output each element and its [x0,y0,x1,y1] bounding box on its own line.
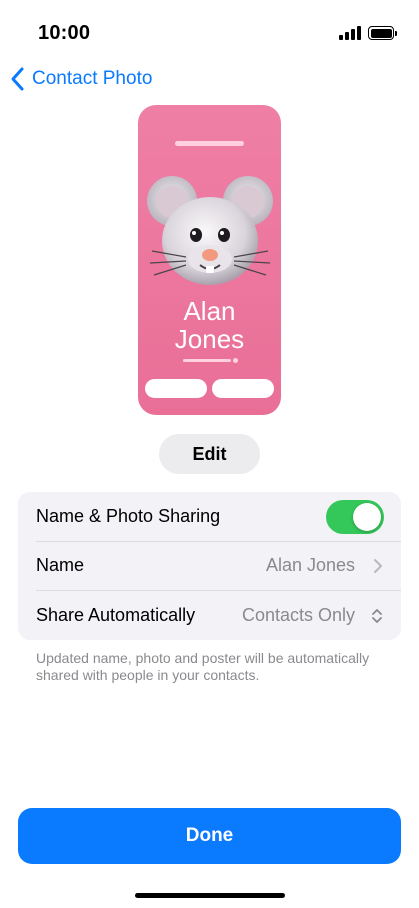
settings-group: Name & Photo Sharing Name Alan Jones Sha… [18,492,401,640]
poster-progress-dot [233,358,238,363]
battery-icon [368,26,397,40]
contact-poster-preview[interactable]: Alan Jones [138,105,281,415]
poster-last-name: Jones [174,324,245,354]
back-chevron-icon [11,67,24,91]
poster-left-button [145,379,207,398]
back-label: Contact Photo [32,68,153,89]
share-automatically-label: Share Automatically [36,605,196,625]
done-button[interactable]: Done [18,808,401,864]
name-value: Alan Jones [265,555,355,575]
status-bar: 10:00 [0,0,419,60]
sharing-footnote: Updated name, photo and poster will be a… [36,650,370,683]
toggle-knob [353,503,381,531]
chevron-right-icon [374,558,382,573]
poster-right-button [212,379,274,398]
poster-top-bar [175,141,244,146]
home-indicator[interactable] [135,893,285,898]
share-automatically-row[interactable]: Share Automatically Contacts Only [18,591,401,640]
name-photo-sharing-toggle[interactable] [326,500,384,534]
poster-first-name: Alan [183,296,236,326]
poster-progress-bar [183,359,231,362]
edit-button[interactable]: Edit [159,434,260,474]
signal-icon [339,26,361,40]
name-row[interactable]: Name Alan Jones [18,541,401,590]
name-label: Name [36,555,85,575]
share-automatically-value: Contacts Only [241,605,355,625]
up-down-chevron-icon [372,608,382,623]
memoji-mouse-icon [147,176,273,285]
name-photo-sharing-row: Name & Photo Sharing [18,492,401,541]
name-photo-sharing-label: Name & Photo Sharing [36,506,221,526]
back-button[interactable]: Contact Photo [10,66,152,92]
status-time: 10:00 [38,22,91,44]
